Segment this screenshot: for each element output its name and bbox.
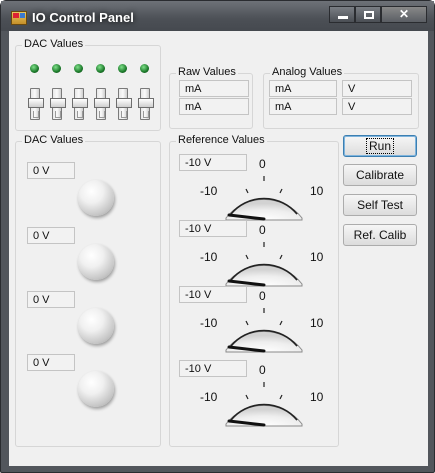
reference-gauge-4[interactable] <box>223 378 305 428</box>
minimize-icon <box>338 16 348 19</box>
status-led <box>30 64 39 73</box>
meter-mid-label: 0 <box>259 223 266 237</box>
title-bar[interactable]: IO Control Panel ✕ <box>1 1 434 31</box>
dac-values-top-group: DAC Values <box>15 38 161 131</box>
dac-knob-1[interactable] <box>78 180 114 216</box>
dac-value-3: 0 V <box>27 291 75 308</box>
run-button[interactable]: Run <box>343 135 417 157</box>
group-label: Reference Values <box>176 134 267 146</box>
group-label: Analog Values <box>270 66 345 78</box>
status-led <box>140 64 149 73</box>
raw-value-1: mA <box>179 80 249 97</box>
meter-mid-label: 0 <box>259 157 266 171</box>
status-led <box>74 64 83 73</box>
dac-knob-3[interactable] <box>78 308 114 344</box>
app-icon[interactable] <box>11 11 27 25</box>
maximize-button[interactable] <box>355 6 381 23</box>
close-icon: ✕ <box>398 7 410 21</box>
group-label: Raw Values <box>176 66 238 78</box>
toggle-switch[interactable] <box>138 88 154 120</box>
self-test-button[interactable]: Self Test <box>343 194 417 216</box>
client-area: DAC Values Raw Values mA mA Analog Value… <box>9 31 428 466</box>
dac-knob-4[interactable] <box>78 371 114 407</box>
meter-max-label: 10 <box>310 250 324 264</box>
maximize-icon <box>364 11 374 19</box>
status-led <box>118 64 127 73</box>
ref-calib-button[interactable]: Ref. Calib <box>343 224 417 246</box>
meter-max-label: 10 <box>310 390 324 404</box>
window-title: IO Control Panel <box>32 10 134 25</box>
reference-value-1: -10 V <box>179 154 247 171</box>
meter-mid-label: 0 <box>259 289 266 303</box>
dac-value-2: 0 V <box>27 227 75 244</box>
meter-max-label: 10 <box>310 316 324 330</box>
meter-min-label: -10 <box>200 250 218 264</box>
toggle-switch[interactable] <box>72 88 88 120</box>
meter-min-label: -10 <box>200 316 218 330</box>
raw-values-group: Raw Values mA mA <box>169 66 253 129</box>
minimize-button[interactable] <box>329 6 355 23</box>
toggle-switch[interactable] <box>116 88 132 120</box>
meter-min-label: -10 <box>200 184 218 198</box>
analog-current-1: mA <box>269 80 337 97</box>
group-label: DAC Values <box>22 38 86 50</box>
dac-value-1: 0 V <box>27 162 75 179</box>
dac-value-4: 0 V <box>27 354 75 371</box>
reference-gauge-1[interactable] <box>223 172 305 222</box>
run-button-label: Run <box>365 138 395 154</box>
reference-gauge-3[interactable] <box>223 304 305 354</box>
reference-values-group: Reference Values -10 V 0 -10 10 -10 V 0 -10 10 -… <box>169 134 339 447</box>
analog-voltage-1: V <box>342 80 412 97</box>
toggle-switch[interactable] <box>50 88 66 120</box>
calibrate-button[interactable]: Calibrate <box>343 164 417 186</box>
status-led <box>96 64 105 73</box>
toggle-switch[interactable] <box>94 88 110 120</box>
meter-max-label: 10 <box>310 184 324 198</box>
reference-value-4: -10 V <box>179 360 247 377</box>
window: IO Control Panel ✕ DAC Values Raw Values <box>0 0 435 473</box>
close-button[interactable]: ✕ <box>381 6 427 23</box>
reference-value-3: -10 V <box>179 286 247 303</box>
dac-values-group: DAC Values 0 V 0 V 0 V 0 V <box>15 134 161 447</box>
raw-value-2: mA <box>179 98 249 115</box>
analog-values-group: Analog Values mA V mA V <box>263 66 419 129</box>
meter-mid-label: 0 <box>259 363 266 377</box>
group-label: DAC Values <box>22 134 86 146</box>
analog-current-2: mA <box>269 98 337 115</box>
status-led <box>52 64 61 73</box>
dac-knob-2[interactable] <box>78 244 114 280</box>
toggle-switch[interactable] <box>28 88 44 120</box>
meter-min-label: -10 <box>200 390 218 404</box>
analog-voltage-2: V <box>342 98 412 115</box>
reference-gauge-2[interactable] <box>223 238 305 288</box>
reference-value-2: -10 V <box>179 220 247 237</box>
